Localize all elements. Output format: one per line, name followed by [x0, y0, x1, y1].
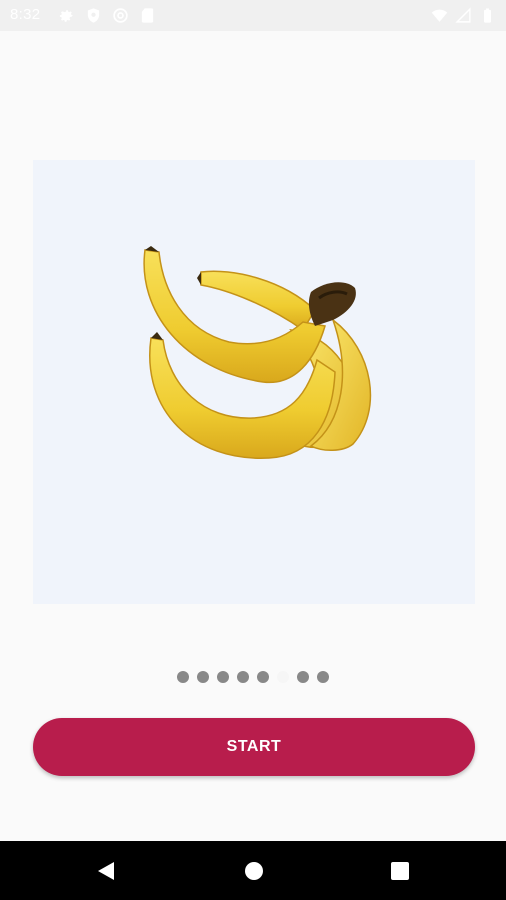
- page-dot[interactable]: [297, 671, 309, 683]
- navigation-bar: [0, 841, 506, 900]
- onboarding-image-panel: [33, 160, 475, 604]
- page-dot[interactable]: [197, 671, 209, 683]
- status-time: 8:32: [10, 6, 41, 23]
- banana-bunch-image: [143, 246, 372, 459]
- page-dot[interactable]: [317, 671, 329, 683]
- back-icon[interactable]: [96, 861, 116, 881]
- signal-icon: [455, 7, 471, 23]
- page-dot-active[interactable]: [277, 671, 289, 683]
- status-bar: 8:32: [0, 0, 506, 31]
- settings-icon: [59, 10, 73, 22]
- page-dot[interactable]: [237, 671, 249, 683]
- home-icon[interactable]: [244, 861, 264, 881]
- recents-icon[interactable]: [390, 861, 410, 881]
- wifi-icon: [431, 9, 448, 22]
- page-dot[interactable]: [177, 671, 189, 683]
- shield-icon: [87, 8, 100, 23]
- start-button[interactable]: START: [33, 718, 475, 776]
- page-dot[interactable]: [257, 671, 269, 683]
- battery-icon: [483, 8, 492, 23]
- page-indicator: [0, 670, 506, 684]
- page-dot[interactable]: [217, 671, 229, 683]
- sd-card-icon: [141, 8, 154, 23]
- status-system-icons: [431, 7, 496, 24]
- status-notification-icons: [58, 7, 156, 24]
- at-sign-icon: [113, 8, 128, 23]
